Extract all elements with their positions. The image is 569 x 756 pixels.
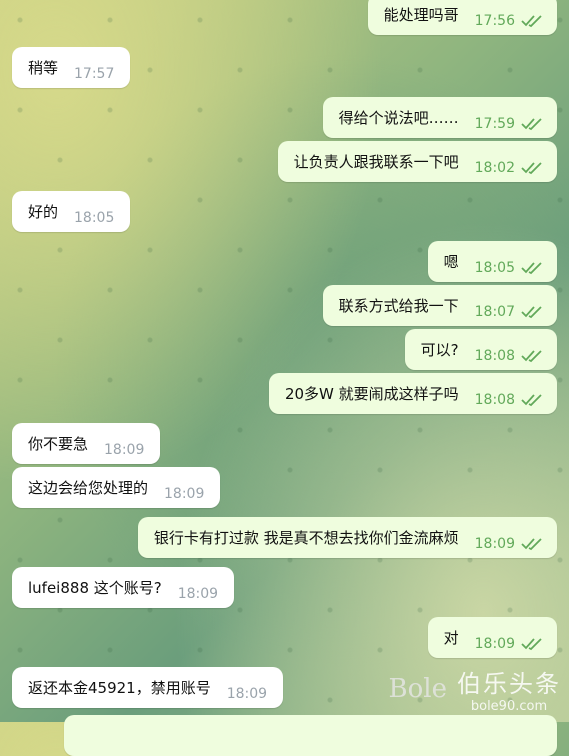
message-outgoing[interactable]: 能处理吗哥 17:56: [367, 0, 557, 35]
watermark: Bole 伯乐头条 bole90.com: [389, 664, 561, 714]
double-check-icon: [521, 349, 542, 362]
message-text: lufei888 这个账号?: [28, 579, 162, 597]
message-time: 18:09: [474, 635, 515, 652]
message-text: 银行卡有打过款 我是真不想去找你们金流麻烦: [153, 529, 459, 547]
double-check-icon: [521, 637, 542, 650]
message-text: 得给个说法吧……: [338, 109, 459, 127]
message-incoming[interactable]: 返还本金45921，禁用账号 18:09: [12, 667, 284, 708]
message-time: 18:08: [474, 391, 515, 408]
message-outgoing[interactable]: 20多W 就要闹成这样子吗 18:08: [268, 373, 557, 414]
message-time: 18:08: [474, 347, 515, 364]
message-incoming[interactable]: 好的 18:05: [12, 191, 131, 232]
message-time: 18:07: [474, 303, 515, 320]
message-time: 17:57: [74, 65, 115, 82]
message-outgoing[interactable]: 可以? 18:08: [404, 329, 557, 370]
watermark-title: 伯乐头条: [457, 670, 561, 698]
double-check-icon: [521, 14, 542, 27]
message-text: 让负责人跟我联系一下吧: [293, 153, 459, 171]
message-time: 18:09: [226, 685, 268, 702]
double-check-icon: [521, 261, 542, 274]
message-text: 对: [443, 629, 459, 647]
message-text: 好的: [28, 203, 59, 221]
watermark-url: bole90.com: [470, 699, 548, 714]
message-time: 17:56: [474, 12, 515, 29]
message-text: 可以?: [420, 341, 459, 359]
message-time: 18:02: [474, 159, 515, 176]
message-time: 18:09: [474, 535, 515, 552]
message-outgoing[interactable]: 得给个说法吧…… 17:59: [322, 97, 557, 138]
message-time: 18:09: [177, 585, 219, 602]
message-time: 17:59: [474, 115, 515, 132]
watermark-logo: Bole: [388, 674, 447, 704]
message-text: 20多W 就要闹成这样子吗: [284, 385, 459, 403]
message-text: 能处理吗哥: [383, 6, 459, 24]
message-outgoing-partial[interactable]: [64, 715, 557, 756]
message-outgoing[interactable]: 银行卡有打过款 我是真不想去找你们金流麻烦 18:09: [137, 517, 557, 558]
message-incoming[interactable]: 这边会给您处理的 18:09: [12, 467, 221, 508]
double-check-icon: [521, 117, 542, 130]
message-time: 18:09: [104, 441, 145, 458]
message-outgoing[interactable]: 对 18:09: [427, 617, 557, 658]
message-incoming[interactable]: 稍等 17:57: [12, 47, 131, 88]
double-check-icon: [521, 161, 542, 174]
message-text: 稍等: [28, 59, 59, 77]
message-outgoing[interactable]: 嗯 18:05: [427, 241, 557, 282]
message-outgoing[interactable]: 让负责人跟我联系一下吧 18:02: [277, 141, 557, 182]
double-check-icon: [521, 537, 542, 550]
message-incoming[interactable]: 你不要急 18:09: [12, 423, 161, 464]
message-incoming[interactable]: lufei888 这个账号? 18:09: [12, 567, 235, 608]
double-check-icon: [521, 393, 542, 406]
double-check-icon: [521, 305, 542, 318]
message-text: 返还本金45921，禁用账号: [28, 679, 211, 697]
message-text: 你不要急: [28, 435, 89, 453]
message-time: 18:05: [474, 259, 515, 276]
message-outgoing[interactable]: 联系方式给我一下 18:07: [322, 285, 557, 326]
message-time: 18:09: [164, 485, 205, 502]
message-text: 嗯: [443, 253, 459, 271]
message-time: 18:05: [74, 209, 115, 226]
message-text: 这边会给您处理的: [28, 479, 149, 497]
message-text: 联系方式给我一下: [338, 297, 459, 315]
